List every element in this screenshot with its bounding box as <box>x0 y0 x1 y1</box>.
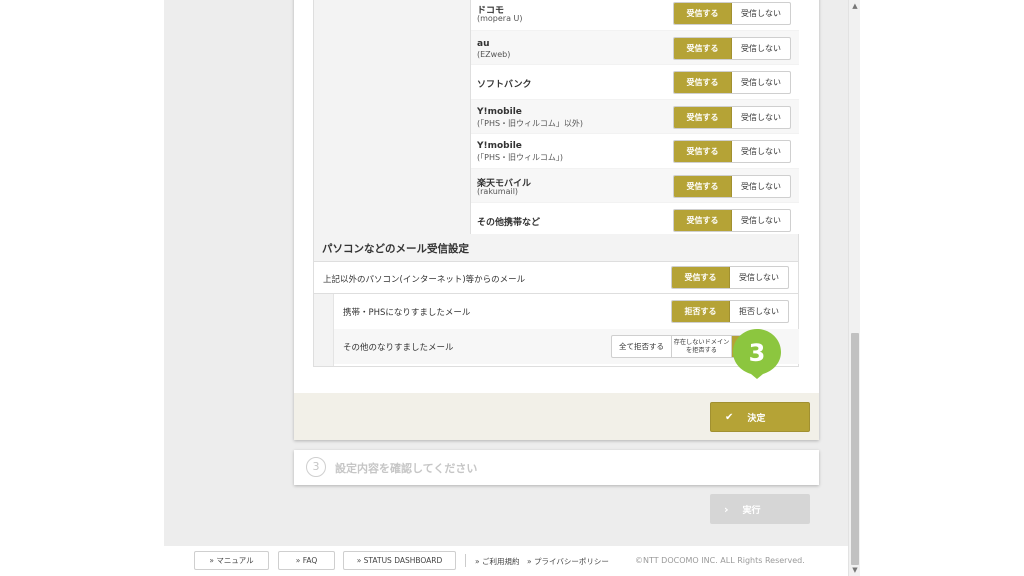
spoof-other-options: 全て拒否する 存在しないドメイン を拒否する <box>611 335 751 358</box>
carrier-name: Y!mobile <box>477 141 522 151</box>
ymobile-phs-toggle: 受信する 受信しない <box>673 140 791 163</box>
scroll-down-icon[interactable]: ▼ <box>849 564 861 576</box>
accept-button[interactable]: 受信する <box>674 141 732 162</box>
reject-on-button[interactable]: 拒否する <box>672 301 730 322</box>
carrier-name: Y!mobile <box>477 106 522 117</box>
carrier-sub: (mopera U) <box>477 14 523 23</box>
confirm-button[interactable]: ✔ 決定 <box>710 402 810 432</box>
reject-nonexistent-domain-button[interactable]: 存在しないドメイン を拒否する <box>672 336 732 357</box>
reject-button[interactable]: 受信しない <box>732 210 790 231</box>
softbank-toggle: 受信する 受信しない <box>673 71 791 94</box>
scroll-up-icon[interactable]: ▲ <box>849 0 861 12</box>
other-pc-label: 上記以外のパソコン(インターネット)等からのメール <box>323 275 526 285</box>
rakuten-toggle: 受信する 受信しない <box>673 174 791 198</box>
faq-link[interactable]: » FAQ <box>278 551 335 570</box>
carrier-row-ymobile: Y!mobile (「PHS・旧ウィルコム」以外) 受信する 受信しない <box>471 99 799 134</box>
step-marker-number: 3 <box>749 339 766 367</box>
carrier-name: ソフトバンク <box>477 80 532 90</box>
accept-button[interactable]: 受信する <box>674 3 732 24</box>
accept-button[interactable]: 受信する <box>674 37 732 59</box>
carrier-row-ymobile-phs: Y!mobile (「PHS・旧ウィルコム」) 受信する 受信しない <box>471 134 799 169</box>
copyright: ©NTT DOCOMO INC. ALL Rights Reserved. <box>635 556 805 565</box>
step-number: 3 <box>306 457 326 477</box>
confirm-label: 決定 <box>747 413 766 424</box>
execute-label: 実行 <box>742 505 761 516</box>
reject-button[interactable]: 受信しない <box>732 3 790 24</box>
docomo-toggle: 受信する 受信しない <box>673 2 791 25</box>
pc-section-title: パソコンなどのメール受信設定 <box>313 234 799 262</box>
reject-button[interactable]: 受信しない <box>732 38 790 59</box>
footer-divider <box>465 554 466 567</box>
accept-button[interactable]: 受信する <box>672 267 730 288</box>
spoof-mobile-toggle: 拒否する 拒否しない <box>671 300 789 323</box>
execute-button[interactable]: › 実行 <box>710 494 810 524</box>
accept-button[interactable]: 受信する <box>674 210 732 231</box>
carrier-name: その他携帯など <box>477 218 541 228</box>
mobile-section-label-column <box>313 0 471 238</box>
accept-button[interactable]: 受信する <box>674 106 732 128</box>
other-mobile-toggle: 受信する 受信しない <box>673 209 791 232</box>
manual-link[interactable]: » マニュアル <box>194 551 269 570</box>
spoof-other-label: その他のなりすましたメール <box>343 343 454 353</box>
spoof-mobile-row: 携帯・PHSになりすましたメール 拒否する 拒否しない <box>334 294 799 329</box>
page-footer: » マニュアル » FAQ » STATUS DASHBOARD » ご利用規約… <box>164 546 848 576</box>
accept-button[interactable]: 受信する <box>674 175 732 197</box>
spoof-mobile-label: 携帯・PHSになりすましたメール <box>343 308 471 318</box>
reject-off-button[interactable]: 拒否しない <box>730 301 788 322</box>
carrier-sub: (rakumail) <box>477 186 519 196</box>
reject-button[interactable]: 受信しない <box>732 72 790 93</box>
scrollbar[interactable]: ▲ ▼ <box>848 0 860 576</box>
check-icon: ✔ <box>725 411 734 423</box>
other-pc-toggle: 受信する 受信しない <box>671 266 789 289</box>
carrier-row-rakuten: 楽天モバイル (rakumail) 受信する 受信しない <box>471 168 799 203</box>
reject-all-button[interactable]: 全て拒否する <box>612 336 672 357</box>
carrier-row-softbank: ソフトバンク 受信する 受信しない <box>471 65 799 100</box>
privacy-link[interactable]: » プライバシーポリシー <box>527 556 609 567</box>
carrier-row-docomo: ドコモ (mopera U) 受信する 受信しない <box>471 0 799 31</box>
carrier-row-au: au (EZweb) 受信する 受信しない <box>471 30 799 65</box>
reject-button[interactable]: 受信しない <box>730 267 788 288</box>
reject-button[interactable]: 受信しない <box>732 107 790 128</box>
step-marker-icon: 3 <box>733 329 781 379</box>
scroll-thumb[interactable] <box>851 333 859 565</box>
chevron-right-icon: › <box>724 502 729 516</box>
spoof-settings: 携帯・PHSになりすましたメール 拒否する 拒否しない その他のなりすましたメー… <box>313 294 799 367</box>
accept-button[interactable]: 受信する <box>674 72 732 93</box>
other-pc-row: 上記以外のパソコン(インターネット)等からのメール 受信する 受信しない <box>313 261 799 294</box>
au-toggle: 受信する 受信しない <box>673 36 791 60</box>
carrier-row-other: その他携帯など 受信する 受信しない <box>471 203 799 238</box>
step-title: 設定内容を確認してください <box>335 462 478 475</box>
ymobile-toggle: 受信する 受信しない <box>673 105 791 129</box>
spoof-other-row: その他のなりすましたメール 全て拒否する 存在しないドメイン を拒否する <box>334 329 799 364</box>
step-3-card: 3 設定内容を確認してください <box>294 450 819 485</box>
reject-button[interactable]: 受信しない <box>732 141 790 162</box>
reject-button[interactable]: 受信しない <box>732 176 790 197</box>
carrier-sub: (「PHS・旧ウィルコム」) <box>477 153 563 162</box>
terms-link[interactable]: » ご利用規約 <box>475 556 519 567</box>
carrier-sub: (EZweb) <box>477 49 511 59</box>
status-dashboard-link[interactable]: » STATUS DASHBOARD <box>343 551 456 570</box>
carrier-sub: (「PHS・旧ウィルコム」以外) <box>477 118 583 128</box>
indent-bar <box>314 294 334 366</box>
carrier-name: au <box>477 38 490 49</box>
